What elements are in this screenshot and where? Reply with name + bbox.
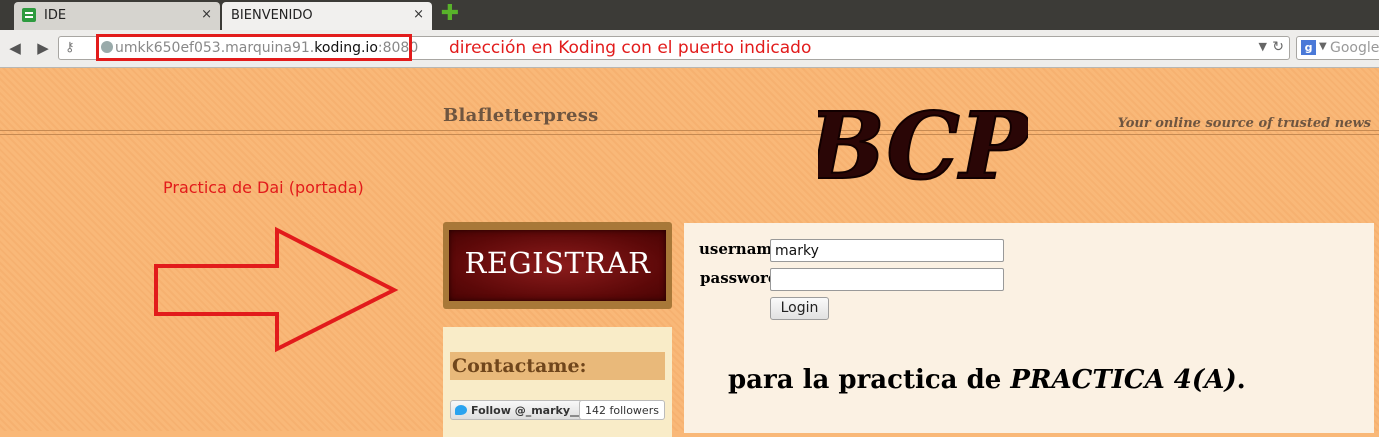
twitter-follow-button[interactable]: Follow @_marky__ <box>450 400 587 420</box>
divider <box>0 134 1379 135</box>
tab-close-icon[interactable]: × <box>201 7 212 22</box>
chevron-down-icon[interactable]: ▼ <box>1319 41 1327 52</box>
tab-ide[interactable]: IDE × <box>14 2 220 30</box>
register-button-face: REGISTRAR <box>449 230 666 301</box>
url-annotation: dirección en Koding con el puerto indica… <box>449 38 812 58</box>
login-panel: username password Login para la practica… <box>684 223 1374 433</box>
back-arrow-icon[interactable]: ◀ <box>5 38 25 58</box>
login-button[interactable]: Login <box>770 297 829 320</box>
search-input[interactable]: g ▼ Google <box>1296 36 1379 60</box>
chevron-down-icon[interactable]: ▼ <box>1259 40 1267 53</box>
search-placeholder: Google <box>1330 40 1379 56</box>
tab-label: BIENVENIDO <box>231 8 313 23</box>
bcp-logo: BCP <box>818 91 1028 200</box>
contact-title: Contactame: <box>450 352 665 380</box>
red-annotation-note: Practica de Dai (portada) <box>163 178 364 197</box>
forward-arrow-icon[interactable]: ▶ <box>33 38 53 58</box>
google-icon: g <box>1301 40 1316 55</box>
site-tagline: Your online source of trusted news <box>1117 116 1371 131</box>
followers-count: 142 followers <box>579 400 665 420</box>
follow-label: Follow @_marky__ <box>471 404 582 417</box>
contact-box: Contactame: Follow @_marky__ 142 followe… <box>443 327 672 437</box>
site-name: Blafletterpress <box>443 105 599 126</box>
page-content: Blafletterpress Your online source of tr… <box>0 68 1379 437</box>
register-label: REGISTRAR <box>464 246 651 280</box>
twitter-bird-icon <box>455 405 467 415</box>
new-tab-icon[interactable]: ✚ <box>440 3 460 25</box>
tab-label: IDE <box>44 8 67 23</box>
password-label: password <box>700 269 779 287</box>
bcp-logo-text: BCP <box>818 92 1028 200</box>
ide-favicon-icon <box>22 8 36 22</box>
tab-strip: IDE × BIENVENIDO × ✚ <box>0 0 1379 30</box>
username-field[interactable] <box>770 239 1004 262</box>
password-field[interactable] <box>770 268 1004 291</box>
register-button[interactable]: REGISTRAR <box>443 222 672 309</box>
reload-icon[interactable]: ↻ <box>1272 39 1284 55</box>
url-highlight-box <box>96 34 412 61</box>
tab-close-icon[interactable]: × <box>413 7 424 22</box>
key-icon: ⚷ <box>65 40 75 55</box>
tab-bienvenido[interactable]: BIENVENIDO × <box>222 2 432 30</box>
address-bar[interactable]: ⚷ umkk650ef053.marquina91.koding.io:8080… <box>58 34 1290 61</box>
browser-toolbar: ◀ ▶ ⚷ umkk650ef053.marquina91.koding.io:… <box>0 30 1379 68</box>
red-arrow-icon <box>154 226 399 353</box>
page-headline: para la practica de PRACTICA 4(A). <box>728 365 1246 395</box>
